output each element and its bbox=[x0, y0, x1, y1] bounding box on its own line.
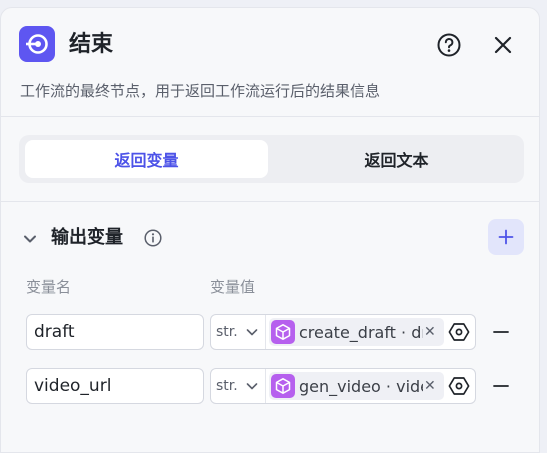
type-select[interactable]: str. bbox=[211, 315, 266, 349]
node-cube-icon bbox=[271, 320, 295, 344]
output-section-title: 输出变量 bbox=[51, 227, 123, 248]
end-node-panel: 结束 工作流的最终节点，用于返回工作流运行后的结果信息 返回变量 返回文本 输出… bbox=[0, 7, 540, 453]
tab-return-variables[interactable]: 返回变量 bbox=[25, 140, 268, 178]
close-icon[interactable] bbox=[489, 31, 517, 59]
node-cube-icon bbox=[271, 374, 295, 398]
variable-row: draft str. create_draft · draft_url ✕ bbox=[1, 314, 539, 350]
add-variable-button[interactable] bbox=[488, 219, 524, 255]
variable-reference-tag[interactable]: create_draft · draft_url ✕ bbox=[269, 318, 444, 346]
minus-icon bbox=[493, 385, 509, 387]
variable-value-field: str. gen_video · video_url ✕ bbox=[210, 368, 476, 404]
column-label-value: 变量值 bbox=[210, 278, 256, 296]
remove-reference-icon[interactable]: ✕ bbox=[424, 324, 436, 340]
variable-settings-icon[interactable] bbox=[448, 321, 470, 343]
node-description: 工作流的最终节点，用于返回工作流运行后的结果信息 bbox=[20, 82, 381, 100]
variable-reference-tag[interactable]: gen_video · video_url ✕ bbox=[269, 372, 444, 400]
plus-icon bbox=[498, 229, 514, 245]
chevron-down-icon[interactable] bbox=[23, 231, 37, 245]
variable-row: video_url str. gen_video · video_url ✕ bbox=[1, 368, 539, 404]
chevron-down-icon bbox=[246, 329, 258, 336]
variable-value-field: str. create_draft · draft_url ✕ bbox=[210, 314, 476, 350]
column-label-name: 变量名 bbox=[26, 278, 72, 296]
remove-row-button[interactable] bbox=[491, 322, 511, 342]
type-select[interactable]: str. bbox=[211, 369, 266, 403]
help-icon[interactable] bbox=[435, 31, 463, 59]
reference-label: gen_video · video_url bbox=[299, 376, 423, 396]
chevron-down-icon bbox=[246, 383, 258, 390]
tab-return-text[interactable]: 返回文本 bbox=[275, 140, 518, 178]
output-section-header: 输出变量 bbox=[1, 219, 539, 255]
remove-reference-icon[interactable]: ✕ bbox=[424, 378, 436, 394]
node-title: 结束 bbox=[69, 32, 114, 57]
type-select-value: str. bbox=[216, 324, 238, 340]
info-icon[interactable] bbox=[144, 229, 162, 247]
minus-icon bbox=[493, 331, 509, 333]
variable-name-input[interactable]: video_url bbox=[26, 368, 204, 404]
return-mode-tabs: 返回变量 返回文本 bbox=[19, 135, 524, 183]
end-node-icon bbox=[19, 26, 55, 62]
variable-settings-icon[interactable] bbox=[448, 375, 470, 397]
header-divider bbox=[1, 116, 539, 117]
remove-row-button[interactable] bbox=[491, 376, 511, 396]
section-divider bbox=[1, 201, 539, 202]
reference-label: create_draft · draft_url bbox=[299, 322, 423, 342]
variable-name-input[interactable]: draft bbox=[26, 314, 204, 350]
panel-header: 结束 工作流的最终节点，用于返回工作流运行后的结果信息 bbox=[1, 8, 539, 118]
type-select-value: str. bbox=[216, 378, 238, 394]
